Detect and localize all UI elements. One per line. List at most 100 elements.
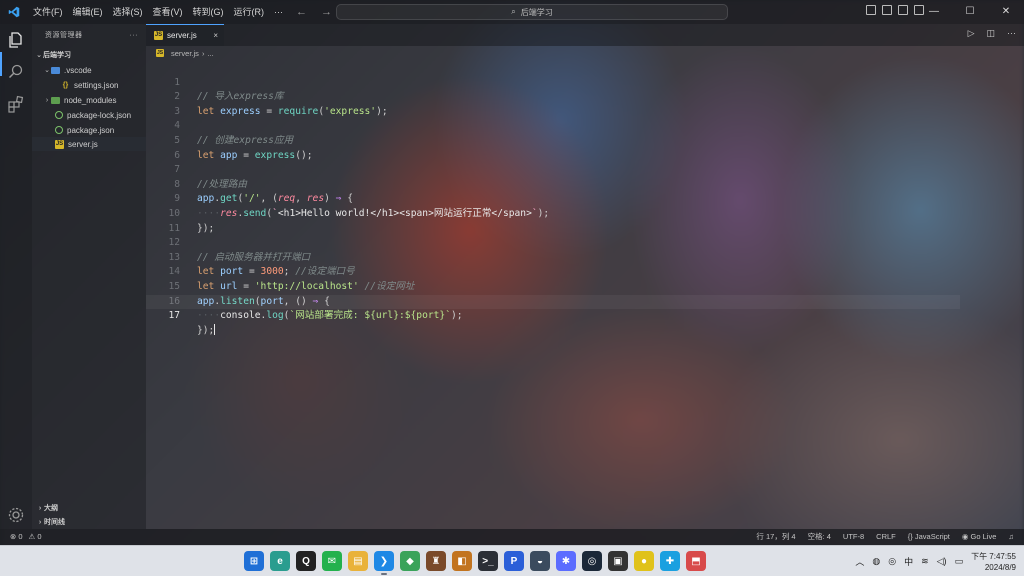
tab-server-js[interactable]: JS server.js × [146, 24, 224, 46]
tab-label: server.js [167, 31, 197, 40]
indentation[interactable]: 空格: 4 [808, 529, 831, 545]
menu-selection[interactable]: 选择(S) [108, 0, 148, 24]
chevron-right-icon: › [45, 96, 49, 104]
steam-icon[interactable]: ◎ [582, 551, 602, 571]
extensions-icon[interactable] [7, 95, 25, 113]
split-editor-icon[interactable]: ◫ [986, 28, 995, 39]
explorer-more-button[interactable]: ··· [130, 32, 139, 39]
tree-item-label: package-lock.json [67, 110, 132, 120]
workspace-root[interactable]: ⌄ 后端学习 [32, 48, 146, 62]
app-yellow-icon[interactable]: ● [634, 551, 654, 571]
app-green-icon[interactable]: ◆ [400, 551, 420, 571]
toggle-secondary-sidebar-icon[interactable] [898, 5, 908, 15]
tree-item-label: .vscode [64, 65, 92, 75]
line-number: 17 [168, 310, 180, 322]
vscode-window: 文件(F) 编辑(E) 选择(S) 查看(V) 转到(G) 运行(R) ··· … [0, 0, 1024, 545]
clock[interactable]: 下午 7:47:55 2024/8/9 [971, 551, 1016, 573]
search-icon: ⌕ [511, 7, 516, 16]
code-editor[interactable]: 1 // 导入express库 2 let express = require(… [146, 61, 1024, 336]
tree-item-server-js[interactable]: JS server.js [32, 137, 146, 151]
code-line: 13 let port = 3000; //设定端口号 [146, 236, 1024, 278]
system-tray: ︿ ◍ ◎ 中 ≋ ◁) ▭ 下午 7:47:55 2024/8/9 [855, 546, 1016, 576]
tree-item-package-json[interactable]: package.json [32, 123, 146, 137]
back-arrow-icon[interactable]: ← [296, 6, 307, 18]
cursor-position[interactable]: 行 17，列 4 [756, 529, 795, 545]
errors-indicator[interactable]: ⊗ 0 [10, 529, 23, 545]
timeline-label: 时间线 [44, 519, 65, 526]
notifications-bell-icon[interactable]: ♫ [1008, 529, 1014, 545]
explorer-icon[interactable] [7, 31, 25, 49]
code-line: 15 app.listen(port, () ⇒ { [146, 265, 1024, 307]
file-explorer-icon[interactable]: ▤ [348, 551, 368, 571]
status-left: ⊗ 0 ⚠ 0 [10, 529, 42, 545]
volume-icon[interactable]: ◁) [937, 556, 947, 567]
tree-item-node-modules[interactable]: › node_modules [32, 93, 146, 107]
tree-item-vscode-folder[interactable]: ⌄ .vscode [32, 63, 146, 77]
battery-icon[interactable]: ▭ [955, 556, 964, 567]
js-file-icon: JS [154, 31, 163, 40]
code-line: 14 let url = 'http://localhost' //设定网址 [146, 251, 1024, 292]
menu-bar: 文件(F) 编辑(E) 选择(S) 查看(V) 转到(G) 运行(R) ··· [28, 0, 288, 24]
app-p-icon[interactable]: P [504, 551, 524, 571]
tray-overflow-chevron-icon[interactable]: ︿ [855, 555, 864, 568]
qq-icon[interactable]: Q [296, 551, 316, 571]
chevron-right-icon: › [38, 518, 42, 526]
menu-go[interactable]: 转到(G) [188, 0, 229, 24]
toggle-primary-sidebar-icon[interactable] [866, 5, 876, 15]
app-orange-icon[interactable]: ◧ [452, 551, 472, 571]
close-tab-icon[interactable]: × [213, 31, 218, 40]
broadcast-icon: ◉ [961, 532, 971, 541]
menu-run[interactable]: 运行(R) [229, 0, 270, 24]
command-center-search[interactable]: ⌕ 后端学习 [336, 4, 728, 20]
manage-gear-icon[interactable] [7, 506, 25, 524]
terminal-icon[interactable]: >_ [478, 551, 498, 571]
app-red-icon[interactable]: ⬒ [686, 551, 706, 571]
forward-arrow-icon[interactable]: → [321, 6, 332, 18]
warnings-indicator[interactable]: ⚠ 0 [29, 529, 42, 545]
timeline-section[interactable]: › 时间线 [32, 515, 146, 529]
wechat-icon[interactable]: ✉ [322, 551, 342, 571]
language-mode[interactable]: {} JavaScript [908, 529, 950, 545]
breadcrumb-symbol[interactable]: ... [207, 49, 213, 58]
clock-time: 下午 7:47:55 [971, 551, 1016, 561]
tree-item-label: package.json [67, 125, 115, 135]
app-cat-icon[interactable]: ◒ [530, 551, 550, 571]
file-encoding[interactable]: UTF-8 [843, 529, 864, 545]
menu-edit[interactable]: 编辑(E) [68, 0, 108, 24]
search-view-icon[interactable] [7, 63, 25, 81]
qq-tray-icon[interactable]: ◍ [872, 556, 880, 567]
edge-icon[interactable]: e [270, 551, 290, 571]
toggle-panel-icon[interactable] [882, 5, 892, 15]
breadcrumb-separator: › [201, 48, 205, 58]
windows-start-icon[interactable]: ⊞ [244, 551, 264, 571]
outline-section[interactable]: › 大纲 [32, 501, 146, 515]
app-settings-icon[interactable]: ✱ [556, 551, 576, 571]
menu-more[interactable]: ··· [269, 0, 288, 24]
breadcrumb-file[interactable]: server.js [171, 49, 199, 58]
app-blue-icon[interactable]: ✚ [660, 551, 680, 571]
minimize-button[interactable]: — [916, 0, 952, 24]
run-icon[interactable]: ▷ [968, 28, 975, 39]
close-window-button[interactable]: ✕ [988, 0, 1024, 24]
tree-item-settings-json[interactable]: {} settings.json [32, 78, 146, 92]
vscode-icon[interactable]: ❯ [374, 551, 394, 575]
code-line: 5 let app = express(); [146, 119, 1024, 161]
wifi-icon[interactable]: ≋ [921, 556, 929, 567]
code-line: 4 // 创建express应用 [146, 105, 1024, 146]
ime-indicator[interactable]: 中 [904, 555, 913, 568]
code-function: log [266, 310, 284, 322]
app-dark-icon[interactable]: ▣ [608, 551, 628, 571]
js-file-icon: JS [156, 49, 164, 57]
menu-view[interactable]: 查看(V) [148, 0, 188, 24]
folder-icon [51, 96, 60, 104]
menu-file[interactable]: 文件(F) [28, 0, 68, 24]
breadcrumb: JS server.js › ... [146, 46, 214, 60]
more-actions-icon[interactable]: ··· [1007, 28, 1016, 39]
end-of-line[interactable]: CRLF [876, 529, 896, 545]
go-live-button[interactable]: ◉ Go Live [962, 529, 997, 545]
game-icon[interactable]: ♜ [426, 551, 446, 571]
steam-tray-icon[interactable]: ◎ [888, 556, 896, 567]
vscode-logo-icon [8, 6, 20, 18]
tree-item-package-lock-json[interactable]: package-lock.json [32, 108, 146, 122]
restore-button[interactable]: ☐ [952, 0, 988, 24]
